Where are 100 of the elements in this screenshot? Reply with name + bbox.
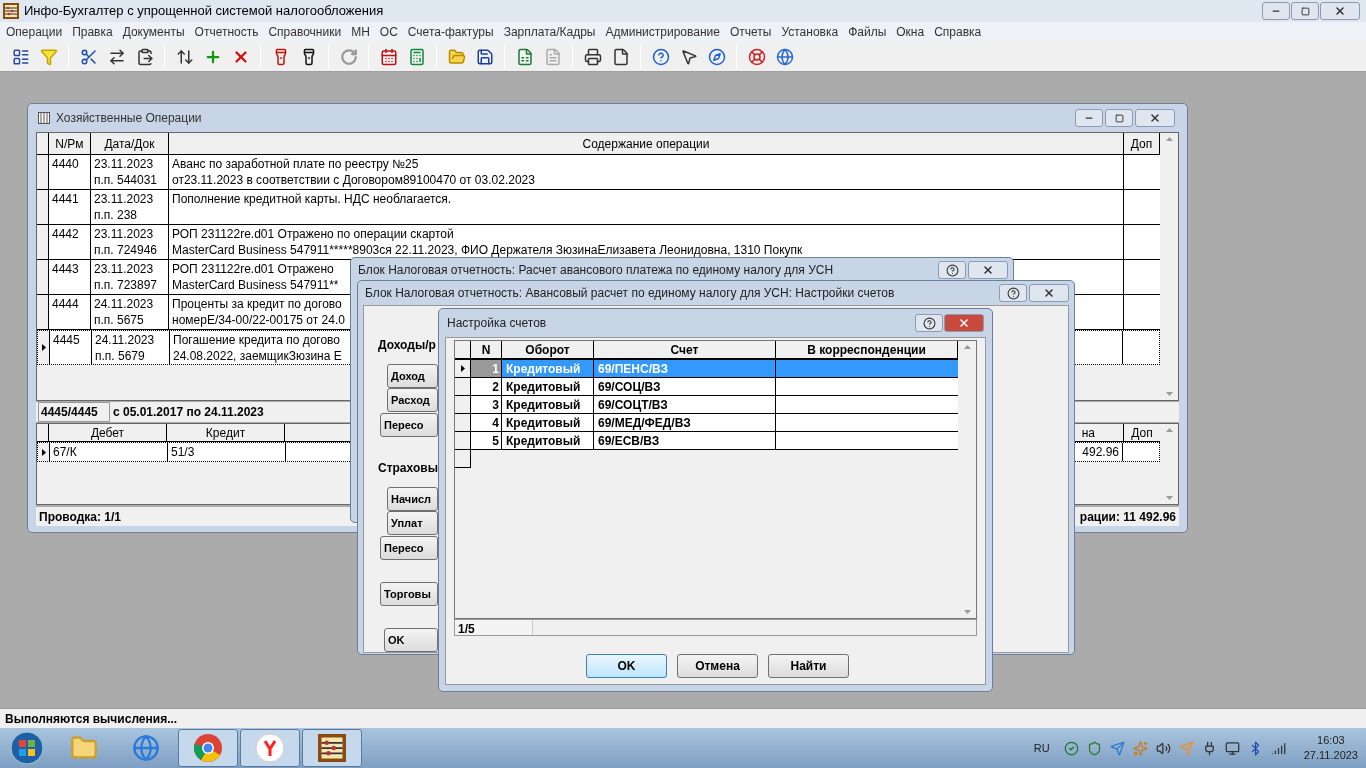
row-header[interactable] (455, 378, 471, 395)
close-button[interactable] (968, 261, 1008, 279)
table-row[interactable]: 4441 23.11.2023 п.п. 238 Пополнение кредитной карты. НДС необлагается. (37, 190, 1160, 225)
table-cell-text: 23.11.2023 (94, 191, 155, 207)
menu-item[interactable]: МН (347, 23, 374, 41)
menu-item[interactable]: Документы (118, 23, 189, 41)
refresh-icon (339, 47, 358, 66)
row-header[interactable] (38, 331, 50, 364)
close-button[interactable] (1029, 284, 1069, 302)
dialog-button[interactable]: Пересо (380, 413, 438, 437)
table-cell: 4445 (50, 331, 92, 364)
table-cell: Пополнение кредитной карты. НДС необлагается. (172, 191, 452, 207)
menu-item[interactable]: Справочники (264, 23, 346, 41)
clipboard-icon (135, 47, 154, 66)
printer-icon (583, 47, 602, 66)
help-button[interactable] (999, 284, 1027, 302)
language-indicator[interactable]: RU (1033, 739, 1050, 757)
table-row[interactable]: 4442 23.11.2023 п.п. 724946 РОП 231122re.d01 Отражено по операции скартой MasterCard Business 547911*****8903ся 22.11.2023, ФИО Держателя ЗюзинаЕлизавета Леонидовна, 1310 Покупк (37, 225, 1160, 260)
table-row[interactable]: 4440 23.11.2023 п.п. 544031 Аванс по заработной плате по реестру №25 от23.11.2023 в соответствии с Договором89100470 от 03.02.2023 (37, 155, 1160, 190)
row-header[interactable] (37, 155, 49, 189)
column-header[interactable]: Оборот (502, 341, 594, 358)
column-header[interactable]: Кредит (167, 424, 285, 441)
calendar-icon (379, 47, 398, 66)
speaker-icon[interactable] (1155, 740, 1171, 756)
row-header[interactable] (37, 295, 49, 329)
sort-icon (175, 47, 194, 66)
menu-item[interactable]: ОС (375, 23, 402, 41)
help-button[interactable] (915, 314, 943, 332)
column-header[interactable]: Дата/Док (91, 133, 169, 154)
menu-item[interactable]: Счета-фактуры (403, 23, 498, 41)
table-cell: РОП 231122re.d01 Отражено по операции скартой (172, 226, 454, 242)
column-header[interactable]: Дебет (49, 424, 167, 441)
menu-item[interactable]: Отчетность (190, 23, 263, 41)
clock-date[interactable]: 27.11.2023 (1303, 748, 1358, 763)
help-icon (922, 316, 936, 330)
table-cell: 4441 (49, 190, 91, 224)
table-cell: Кредитовый (502, 378, 594, 395)
menu-item[interactable]: Операции (2, 23, 67, 41)
scroll-down-icon[interactable] (1165, 392, 1173, 396)
dialog-button[interactable]: Уплат (387, 511, 438, 535)
folder-icon (70, 734, 98, 762)
row-header[interactable] (37, 190, 49, 224)
row-header[interactable] (455, 414, 471, 431)
minimize-button[interactable] (1075, 109, 1103, 127)
menu-item[interactable]: Установка (777, 23, 843, 41)
row-header[interactable] (38, 443, 50, 461)
column-header[interactable]: Доп (1124, 424, 1160, 441)
row-header[interactable] (37, 225, 49, 259)
taskbar-button[interactable] (240, 729, 300, 767)
dialog-button[interactable]: Доход (387, 364, 438, 388)
dialog-button[interactable]: OK (384, 628, 438, 652)
column-header[interactable]: Счет (594, 341, 776, 358)
menu-item[interactable]: Окна (892, 23, 929, 41)
dialog-button[interactable]: Начисл (387, 487, 438, 511)
taskbar-button[interactable] (302, 729, 362, 767)
signal-icon[interactable] (1270, 740, 1286, 756)
table-cell-text: 23.11.2023 (94, 261, 155, 277)
scroll-up-icon[interactable] (1165, 137, 1173, 141)
column-header[interactable]: N (471, 341, 502, 358)
row-header[interactable] (455, 396, 471, 413)
dialog-button[interactable]: Расход (387, 388, 438, 412)
check-icon[interactable] (1063, 740, 1079, 756)
scroll-down-icon[interactable] (1165, 496, 1173, 500)
scroll-down-icon[interactable] (963, 610, 971, 614)
minimize-button[interactable] (1262, 2, 1290, 20)
dialog-button[interactable]: Торговы (380, 582, 438, 606)
column-header[interactable]: Содержание операции (169, 133, 1124, 154)
menu-item[interactable]: Справка (930, 23, 986, 41)
dialog-button[interactable]: Найти (768, 654, 849, 678)
menu-item[interactable]: Отчеты (725, 23, 776, 41)
close-icon (982, 264, 994, 276)
scroll-up-icon[interactable] (963, 345, 971, 349)
row-header[interactable] (455, 432, 471, 449)
browser-icon (255, 733, 285, 763)
abacus-icon (318, 734, 346, 762)
close-button[interactable] (1135, 109, 1175, 127)
menu-item[interactable]: Администрирование (601, 23, 724, 41)
row-header[interactable] (37, 260, 49, 294)
help-button[interactable] (938, 261, 966, 279)
globe-icon (775, 47, 794, 66)
clock-time[interactable]: 16:03 (1317, 733, 1345, 748)
restore-button[interactable] (1291, 2, 1319, 20)
monitor-icon[interactable] (1224, 740, 1240, 756)
shield-icon[interactable] (1086, 740, 1102, 756)
menu-item[interactable]: Файлы (844, 23, 891, 41)
menu-item[interactable]: Зарплата/Кадры (499, 23, 600, 41)
scroll-up-icon[interactable] (1165, 428, 1173, 432)
close-button[interactable] (1320, 2, 1360, 20)
table-cell: Проценты за кредит по догово (172, 296, 342, 312)
dialog-button[interactable]: OK (586, 654, 667, 678)
restore-button[interactable] (1105, 109, 1133, 127)
dialog-button[interactable]: Пересо (380, 536, 438, 560)
close-button[interactable] (944, 314, 984, 332)
row-header[interactable] (455, 450, 471, 468)
column-header[interactable]: N/Рм (49, 133, 91, 154)
dialog-button[interactable]: Отмена (677, 654, 758, 678)
table-cell: 1 (471, 360, 502, 377)
menu-item[interactable]: Правка (68, 23, 117, 41)
table-cell: 69/СОЦТ/ВЗ (594, 396, 776, 413)
row-header[interactable] (455, 360, 471, 377)
